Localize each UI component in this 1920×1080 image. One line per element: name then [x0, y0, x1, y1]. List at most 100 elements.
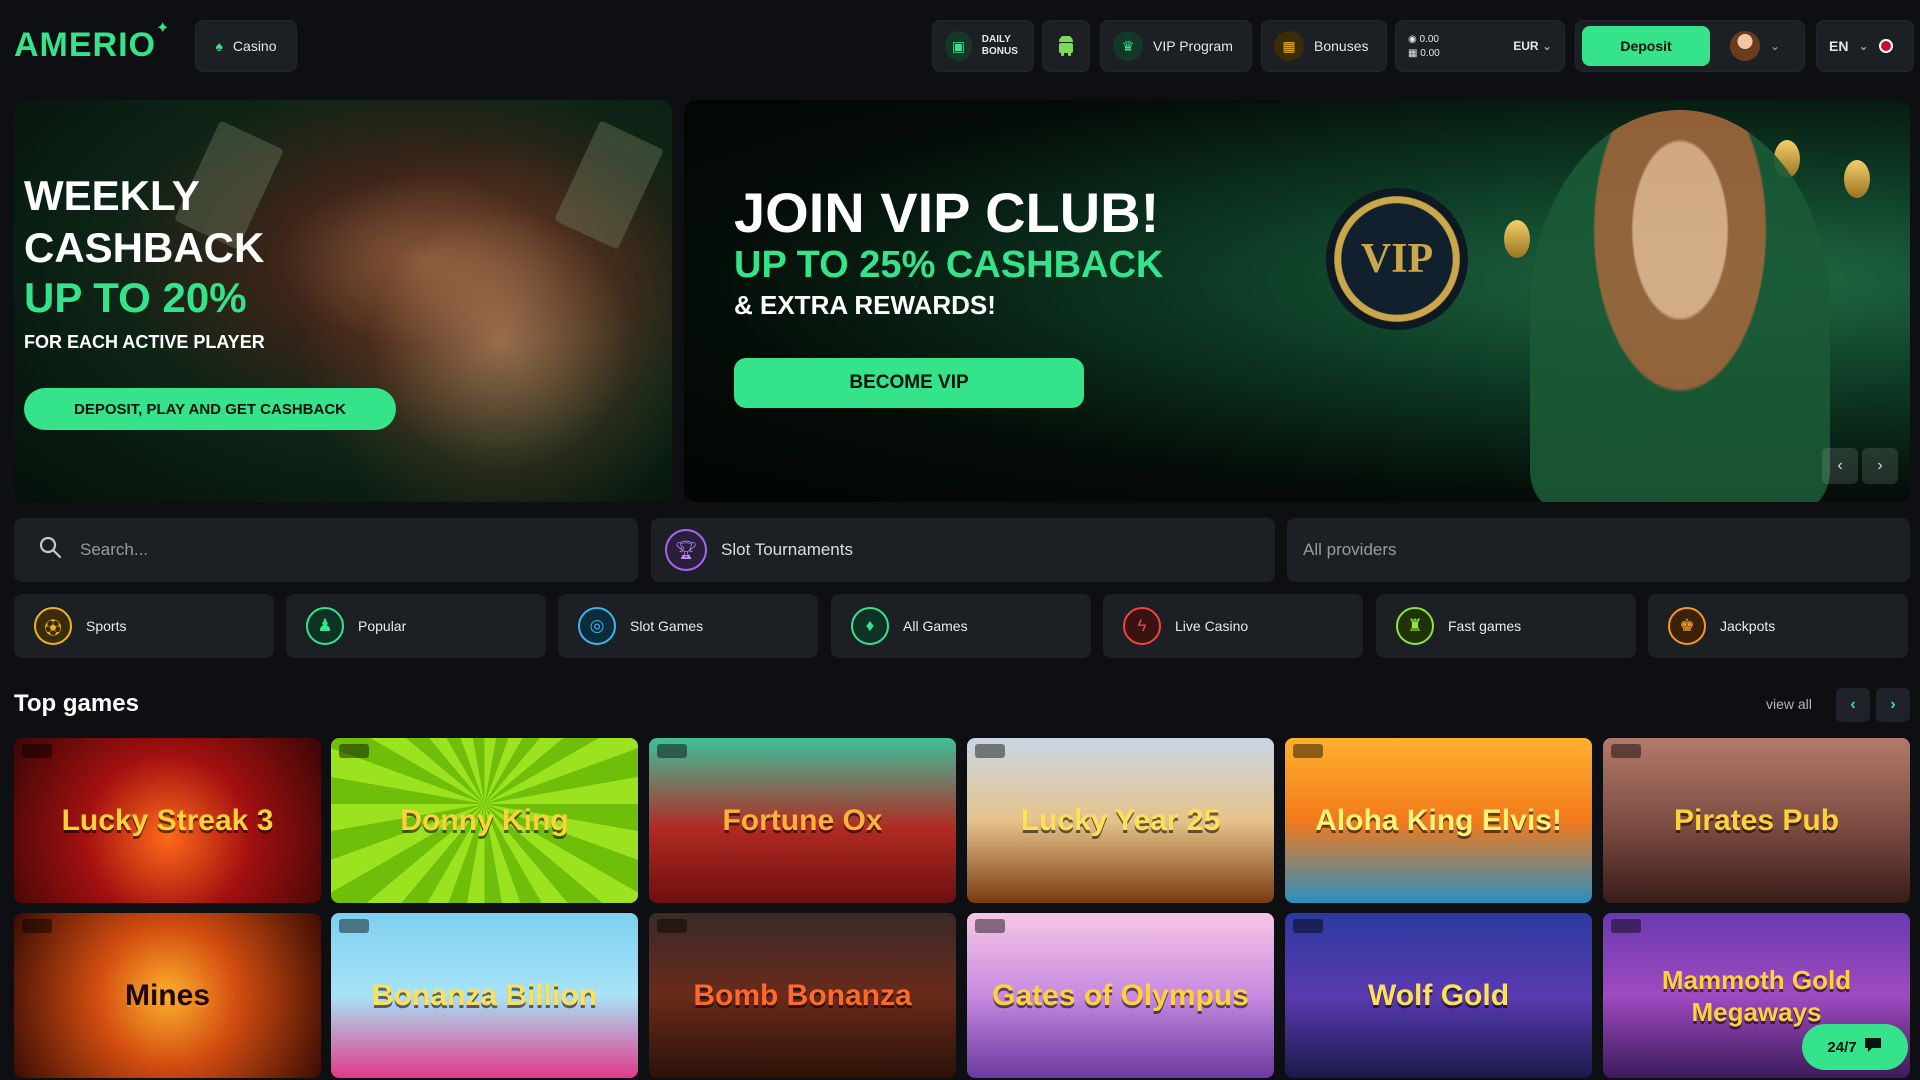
category-label: Slot Games [630, 618, 704, 634]
chevron-down-icon: ⌄ [1541, 39, 1552, 53]
language-selector[interactable]: EN ⌄ [1816, 20, 1914, 72]
amerio-logo[interactable]: AMERIO✦ [14, 20, 170, 65]
games-prev-button[interactable]: ‹ [1836, 688, 1870, 722]
casino-button[interactable]: ♠ Casino [195, 20, 297, 72]
deposit-cashback-button[interactable]: DEPOSIT, PLAY AND GET CASHBACK [24, 388, 396, 430]
game-tile-lucky-streak-3[interactable]: Lucky Streak 3 [14, 738, 321, 903]
slot-tournaments-button[interactable]: 🏆︎ Slot Tournaments [651, 518, 1275, 582]
chevron-left-icon: ‹ [1850, 696, 1856, 713]
become-vip-button[interactable]: BECOME VIP [734, 358, 1084, 408]
popular-icon: ♟ [306, 607, 344, 645]
language-label: EN [1829, 38, 1849, 54]
search-input[interactable]: Search... [80, 540, 148, 560]
provider-badge [339, 744, 369, 758]
deposit-button[interactable]: Deposit [1582, 26, 1710, 66]
category-slot-games[interactable]: ◎ Slot Games [558, 594, 818, 658]
category-fast-games[interactable]: ♜ Fast games [1376, 594, 1636, 658]
daily-bonus-button[interactable]: ▣ DAILY BONUS [932, 20, 1034, 72]
game-title: Mines [124, 978, 211, 1012]
category-live-casino[interactable]: ϟ Live Casino [1103, 594, 1363, 658]
banner-title-text: WEEKLY CASHBACK [24, 172, 265, 271]
game-tile-pirates-pub[interactable]: Pirates Pub [1603, 738, 1910, 903]
banner-highlight: UP TO 25% CASHBACK [734, 244, 1164, 286]
games-next-button[interactable]: › [1876, 688, 1910, 722]
android-icon [1055, 31, 1077, 61]
banner-highlight: UP TO 20% [24, 274, 247, 321]
bonuses-button[interactable]: ▦ Bonuses [1261, 20, 1387, 72]
balance-values: ◉ 0.00 ▦ 0.00 [1408, 34, 1440, 59]
game-title: Lucky Streak 3 [61, 803, 274, 837]
jackpots-icon: ♚ [1668, 607, 1706, 645]
category-label: Sports [86, 618, 127, 634]
android-app-button[interactable] [1042, 20, 1090, 72]
chevron-right-icon: › [1890, 696, 1896, 713]
vip-club-banner[interactable]: VIP JOIN VIP CLUB! UP TO 25% CASHBACK & … [684, 100, 1910, 502]
cash-value: 0.00 [1419, 33, 1439, 45]
provider-badge [657, 919, 687, 933]
vip-program-button[interactable]: ♛ VIP Program [1100, 20, 1252, 72]
search-field[interactable]: Search... [14, 518, 638, 582]
chevron-right-icon: › [1877, 457, 1883, 474]
search-icon [38, 535, 62, 565]
slot-tournaments-label: Slot Tournaments [721, 540, 853, 559]
deposit-account-group: Deposit ⌄ [1575, 20, 1805, 72]
category-label: All Games [903, 618, 968, 634]
support-chat-button[interactable]: 24/7 [1802, 1024, 1908, 1070]
slot-games-icon: ◎ [578, 607, 616, 645]
game-tile-mines[interactable]: Mines [14, 913, 321, 1078]
chat-bubble-icon [1863, 1036, 1883, 1058]
avatar[interactable] [1730, 31, 1760, 61]
daily-bonus-label: DAILY BONUS [981, 34, 1018, 57]
game-tile-bonanza-billion[interactable]: Bonanza Billion [331, 913, 638, 1078]
game-title: Gates of Olympus [992, 978, 1249, 1012]
provider-badge [1611, 919, 1641, 933]
category-jackpots[interactable]: ♚ Jackpots [1648, 594, 1908, 658]
all-games-icon: ♦ [851, 607, 889, 645]
wallet-balance[interactable]: ◉ 0.00 ▦ 0.00 EUR ⌄ [1395, 20, 1565, 72]
game-tile-donny-king[interactable]: Donny King [331, 738, 638, 903]
provider-badge [1293, 919, 1323, 933]
top-games-heading: Top games [14, 690, 139, 717]
spade-icon: ♠ [215, 38, 223, 54]
game-tile-lucky-year-25[interactable]: Lucky Year 25 [967, 738, 1274, 903]
currency-selector[interactable]: EUR ⌄ [1513, 39, 1552, 53]
provider-badge [1293, 744, 1323, 758]
account-menu-chevron-icon[interactable]: ⌄ [1770, 39, 1780, 53]
chevron-down-icon: ⌄ [1858, 39, 1869, 53]
gift-icon: ▦ [1274, 31, 1304, 61]
game-tile-gates-of-olympus[interactable]: Gates of Olympus [967, 913, 1274, 1078]
cash-balance: ◉ 0.00 [1408, 33, 1439, 45]
game-tile-wolf-gold[interactable]: Wolf Gold [1285, 913, 1592, 1078]
provider-badge [22, 744, 52, 758]
game-title: Mammoth Gold Megaways [1661, 964, 1852, 1027]
providers-dropdown[interactable]: All providers [1287, 518, 1910, 582]
coin-decoration [1504, 220, 1530, 258]
vip-program-label: VIP Program [1153, 38, 1233, 54]
bonus-value: 0.00 [1420, 47, 1440, 59]
category-popular[interactable]: ♟ Popular [286, 594, 546, 658]
casino-label: Casino [232, 38, 277, 54]
view-all-link[interactable]: view all [1766, 696, 1812, 712]
provider-badge [657, 744, 687, 758]
carousel-next-button[interactable]: › [1862, 448, 1898, 484]
bonus-balance: ▦ 0.00 [1408, 47, 1440, 59]
provider-badge [339, 919, 369, 933]
game-title: Pirates Pub [1673, 803, 1840, 837]
providers-label: All providers [1303, 540, 1397, 559]
currency-label: EUR [1513, 39, 1539, 53]
category-sports[interactable]: ⚽︎ Sports [14, 594, 274, 658]
banner-title: JOIN VIP CLUB! [734, 181, 1160, 244]
game-tile-fortune-ox[interactable]: Fortune Ox [649, 738, 956, 903]
category-all-games[interactable]: ♦ All Games [831, 594, 1091, 658]
game-tile-bomb-bonanza[interactable]: Bomb Bonanza [649, 913, 956, 1078]
weekly-cashback-banner[interactable]: WEEKLY CASHBACK UP TO 20% FOR EACH ACTIV… [14, 100, 672, 502]
provider-badge [1611, 744, 1641, 758]
carousel-prev-button[interactable]: ‹ [1822, 448, 1858, 484]
chevron-left-icon: ‹ [1837, 457, 1843, 474]
game-title: Bonanza Billion [372, 978, 597, 1012]
sports-icon: ⚽︎ [34, 607, 72, 645]
game-title: Fortune Ox [722, 803, 883, 837]
category-label: Live Casino [1175, 618, 1249, 634]
game-tile-aloha-king-elvis[interactable]: Aloha King Elvis! [1285, 738, 1592, 903]
fast-games-icon: ♜ [1396, 607, 1434, 645]
